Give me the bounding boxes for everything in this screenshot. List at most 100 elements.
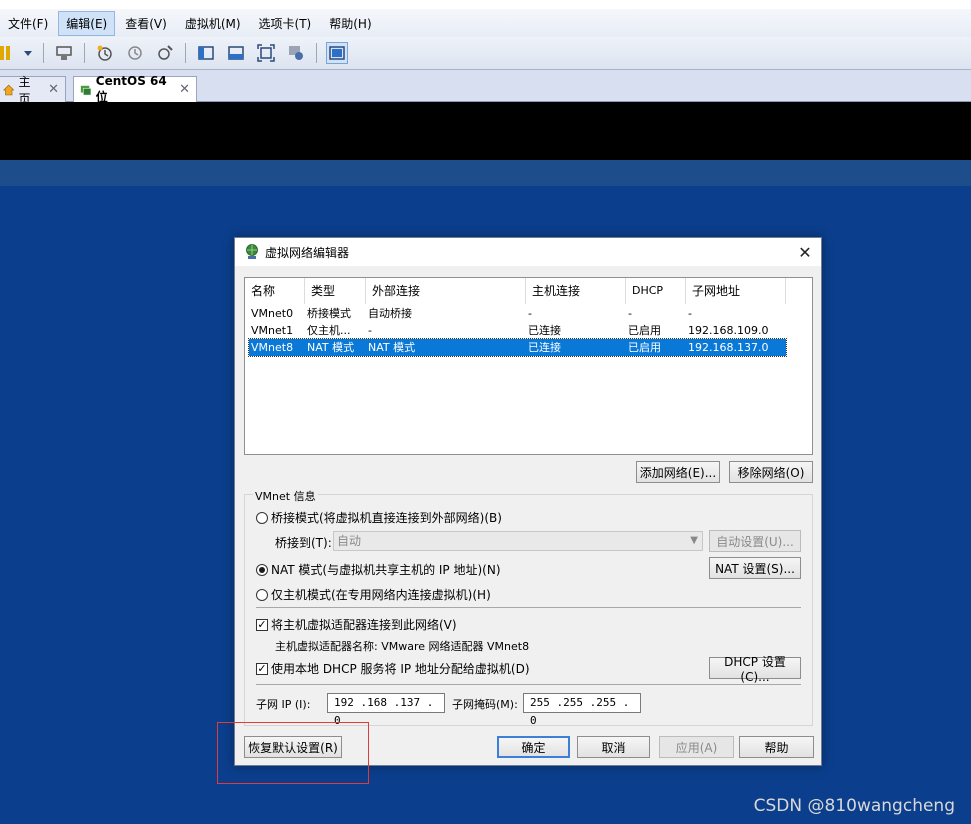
- bridged-mode-radio[interactable]: 桥接模式(将虚拟机直接连接到外部网络)(B): [256, 509, 502, 526]
- toolbar-separator: [316, 43, 317, 63]
- nat-mode-label: NAT 模式(与虚拟机共享主机的 IP 地址)(N): [271, 563, 501, 577]
- close-icon[interactable]: ✕: [179, 82, 190, 97]
- subnet-ip-label: 子网 IP (I):: [256, 698, 311, 711]
- menu-view[interactable]: 查看(V): [117, 11, 175, 36]
- bridge-to-label: 桥接到(T):: [275, 536, 332, 550]
- network-list-header: 名称 类型 外部连接 主机连接 DHCP 子网地址: [245, 278, 812, 304]
- nat-mode-radio[interactable]: NAT 模式(与虚拟机共享主机的 IP 地址)(N): [256, 561, 501, 578]
- subnet-mask-input[interactable]: 255 .255 .255 . 0: [523, 693, 641, 727]
- virtual-network-editor-dialog: 虚拟网络编辑器 ✕ 名称 类型 外部连接 主机连接 DHCP 子网地址 VMne…: [234, 237, 822, 766]
- cell-name: VMnet0: [251, 307, 294, 320]
- bridge-to-value: 自动: [337, 534, 362, 548]
- show-library-icon[interactable]: [195, 42, 217, 64]
- column-header-subnet[interactable]: 子网地址: [686, 278, 786, 304]
- divider: [256, 607, 801, 608]
- menu-bar: 文件(F) 编辑(E) 查看(V) 虚拟机(M) 选项卡(T) 帮助(H): [0, 9, 971, 37]
- host-only-mode-label: 仅主机模式(在专用网络内连接虚拟机)(H): [271, 588, 491, 602]
- column-header-name[interactable]: 名称: [245, 278, 305, 304]
- cell-external: NAT 模式: [368, 341, 416, 354]
- menu-edit[interactable]: 编辑(E): [58, 10, 116, 36]
- snapshot-icon[interactable]: [94, 42, 116, 64]
- subnet-mask-label: 子网掩码(M):: [452, 698, 518, 711]
- highlight-annotation: [217, 722, 369, 784]
- tab-bar: 主页 ✕ CentOS 64 位 ✕: [0, 70, 971, 106]
- cell-name: VMnet1: [251, 324, 294, 337]
- use-dhcp-checkbox[interactable]: ✓ 使用本地 DHCP 服务将 IP 地址分配给虚拟机(D): [256, 660, 530, 677]
- pause-icon[interactable]: [0, 42, 14, 64]
- vm-console-top: [0, 102, 971, 160]
- table-row-selected[interactable]: VMnet8 NAT 模式 NAT 模式 已连接 已启用 192.168.137…: [248, 338, 787, 357]
- bridged-mode-label: 桥接模式(将虚拟机直接连接到外部网络)(B): [271, 511, 502, 525]
- full-screen-icon[interactable]: [255, 42, 277, 64]
- network-globe-icon: [246, 244, 258, 259]
- tab-vm-label: CentOS 64 位: [95, 74, 167, 104]
- cancel-button[interactable]: 取消: [577, 736, 650, 758]
- nat-settings-button[interactable]: NAT 设置(S)...: [709, 557, 801, 579]
- dialog-titlebar[interactable]: 虚拟网络编辑器 ✕: [235, 238, 821, 266]
- radio-indicator: [256, 588, 268, 601]
- add-network-button[interactable]: 添加网络(E)...: [636, 461, 720, 483]
- vm-console-strip: [0, 160, 971, 186]
- dhcp-settings-button[interactable]: DHCP 设置(C)...: [709, 655, 801, 684]
- cell-subnet: 192.168.109.0: [688, 324, 769, 337]
- unity-icon[interactable]: [285, 42, 307, 64]
- host-only-mode-radio[interactable]: 仅主机模式(在专用网络内连接虚拟机)(H): [256, 586, 491, 603]
- close-icon[interactable]: ✕: [48, 82, 59, 97]
- adapter-name-text: 主机虚拟适配器名称: VMware 网络适配器 VMnet8: [275, 640, 530, 653]
- toolbar-separator: [43, 43, 44, 63]
- send-keys-icon[interactable]: [53, 42, 75, 64]
- column-header-host[interactable]: 主机连接: [526, 278, 626, 304]
- cell-dhcp: 已启用: [628, 324, 661, 337]
- cell-subnet: 192.168.137.0: [688, 341, 769, 354]
- menu-tabs[interactable]: 选项卡(T): [251, 11, 320, 36]
- ok-button[interactable]: 确定: [497, 736, 570, 758]
- dropdown-arrow-icon[interactable]: [22, 42, 34, 64]
- cell-name: VMnet8: [251, 341, 294, 354]
- radio-indicator: [256, 511, 268, 524]
- window-top-edge: [0, 0, 971, 9]
- toolbar-separator: [185, 43, 186, 63]
- menu-help[interactable]: 帮助(H): [321, 11, 379, 36]
- toolbar: [0, 37, 971, 70]
- cell-external: 自动桥接: [368, 307, 412, 320]
- use-dhcp-label: 使用本地 DHCP 服务将 IP 地址分配给虚拟机(D): [271, 662, 530, 676]
- cell-type: NAT 模式: [307, 341, 355, 354]
- cell-external: -: [368, 324, 372, 337]
- tab-home[interactable]: 主页 ✕: [0, 75, 66, 106]
- column-header-type[interactable]: 类型: [305, 278, 366, 304]
- vmnet-info-group: [244, 494, 813, 726]
- column-header-external[interactable]: 外部连接: [366, 278, 526, 304]
- help-button[interactable]: 帮助: [739, 736, 814, 758]
- cell-dhcp: -: [628, 307, 632, 320]
- close-icon[interactable]: ✕: [795, 242, 815, 262]
- connect-adapter-label: 将主机虚拟适配器连接到此网络(V): [271, 618, 457, 632]
- cell-dhcp: 已启用: [628, 341, 661, 354]
- menu-vm[interactable]: 虚拟机(M): [177, 11, 249, 36]
- group-title: VMnet 信息: [253, 488, 318, 504]
- dialog-title: 虚拟网络编辑器: [265, 245, 350, 260]
- thumbnail-bar-icon[interactable]: [225, 42, 247, 64]
- connect-adapter-checkbox[interactable]: ✓ 将主机虚拟适配器连接到此网络(V): [256, 616, 457, 633]
- tab-vm[interactable]: CentOS 64 位 ✕: [73, 74, 197, 104]
- watermark: CSDN @810wangcheng: [753, 796, 955, 816]
- remove-network-button[interactable]: 移除网络(O): [729, 461, 813, 483]
- checkmark-icon: ✓: [256, 661, 268, 675]
- bridge-to-select[interactable]: 自动 ▼: [333, 531, 703, 551]
- menu-file[interactable]: 文件(F): [0, 11, 56, 36]
- network-list[interactable]: 名称 类型 外部连接 主机连接 DHCP 子网地址 VMnet0 桥接模式 自动…: [244, 277, 813, 455]
- cell-host: 已连接: [528, 324, 561, 337]
- home-icon: [3, 84, 15, 95]
- subnet-ip-input[interactable]: 192 .168 .137 . 0: [327, 693, 445, 727]
- column-header-dhcp[interactable]: DHCP: [626, 278, 686, 304]
- table-row[interactable]: VMnet0 桥接模式 自动桥接 - - -: [249, 305, 786, 322]
- console-view-icon[interactable]: [326, 42, 348, 64]
- snapshot-manager-icon[interactable]: [154, 42, 176, 64]
- checkmark-icon: ✓: [256, 617, 268, 631]
- revert-snapshot-icon[interactable]: [124, 42, 146, 64]
- cell-host: 已连接: [528, 341, 561, 354]
- auto-settings-button[interactable]: 自动设置(U)...: [709, 530, 801, 552]
- cell-type: 桥接模式: [307, 307, 351, 320]
- cell-type: 仅主机...: [307, 324, 351, 337]
- apply-button[interactable]: 应用(A): [659, 736, 734, 758]
- table-row[interactable]: VMnet1 仅主机... - 已连接 已启用 192.168.109.0: [249, 322, 786, 339]
